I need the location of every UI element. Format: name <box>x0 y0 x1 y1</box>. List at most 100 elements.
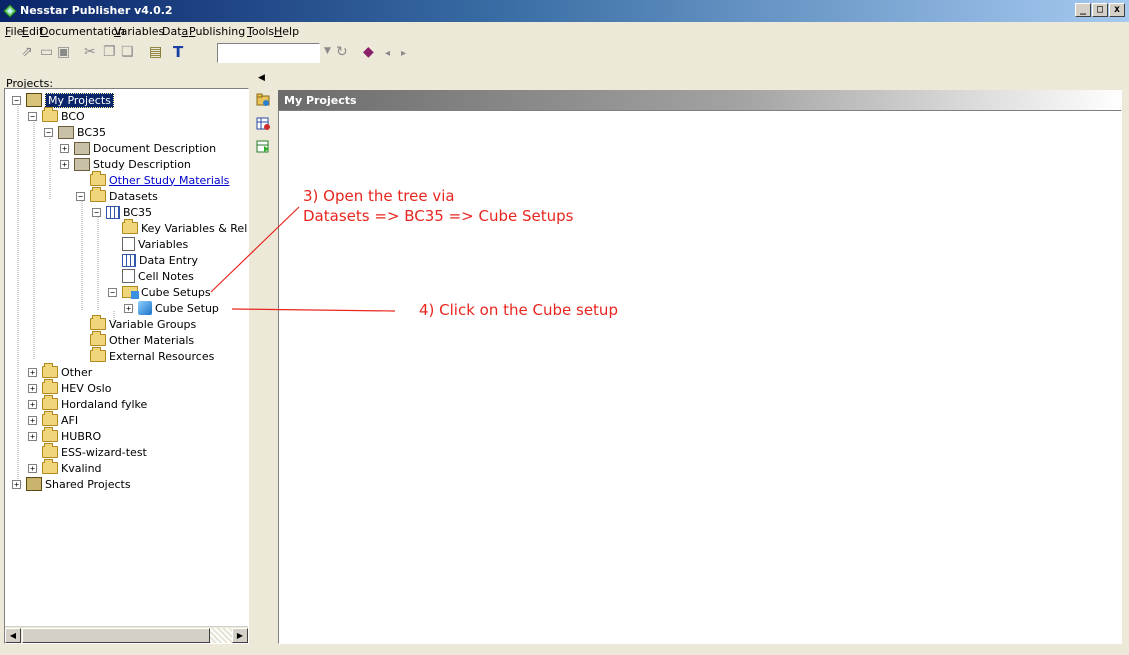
tree-horizontal-scrollbar[interactable]: ◀ ▶ <box>5 626 248 643</box>
tree-node[interactable]: + Hordaland fylke <box>28 395 147 412</box>
tree-node-label[interactable]: Kvalind <box>61 462 102 475</box>
tree-node-label[interactable]: Other <box>61 366 92 379</box>
expand-node-icon[interactable]: + <box>28 463 37 473</box>
tree-node[interactable]: + AFI <box>28 411 78 428</box>
tree-node-label[interactable]: Document Description <box>93 142 216 155</box>
copy-icon[interactable]: ❐ <box>103 44 116 60</box>
open-icon[interactable]: ⇗ <box>21 44 33 60</box>
menu-item-6[interactable]: Tools <box>247 25 274 38</box>
tree-node[interactable]: Data Entry <box>108 252 198 268</box>
tree-node-label[interactable]: Study Description <box>93 158 191 171</box>
save-icon[interactable]: ▣ <box>57 44 70 60</box>
tree-node-label[interactable]: AFI <box>61 414 78 427</box>
menu-item-4[interactable]: Data <box>162 25 188 38</box>
tree-node-label[interactable]: Cube Setups <box>141 286 211 299</box>
tree-node-label[interactable]: Variable Groups <box>109 318 196 331</box>
tree-node-label[interactable]: Cell Notes <box>138 270 194 283</box>
tree-node-label[interactable]: ESS-wizard-test <box>61 446 147 459</box>
tree-node[interactable]: Other Materials <box>76 331 194 348</box>
tree-node[interactable]: + Shared Projects <box>12 476 131 492</box>
project-icon[interactable]: ▤ <box>149 44 162 60</box>
tree-node-label[interactable]: BC35 <box>77 126 106 139</box>
tree-node-label[interactable]: BCO <box>61 110 85 123</box>
tree-node-label[interactable]: HUBRO <box>61 430 101 443</box>
tree-node[interactable]: + Kvalind <box>28 459 102 476</box>
tree-node[interactable]: − BC35 <box>44 124 106 140</box>
expand-node-icon[interactable]: + <box>28 399 37 409</box>
tree-node-label[interactable]: Cube Setup <box>155 302 219 315</box>
scroll-left-icon[interactable]: ◀ <box>5 628 21 643</box>
tree-node[interactable]: + Study Description <box>60 156 191 172</box>
tree-node-label[interactable]: Key Variables & Rela <box>141 222 248 235</box>
text-t-icon[interactable]: T <box>173 44 183 60</box>
project-tree[interactable]: − My Projects − BCO − BC35 + Document Descripti… <box>4 88 249 644</box>
restore-button[interactable]: □ <box>1092 3 1108 17</box>
expand-node-icon[interactable]: + <box>60 159 69 169</box>
tree-node-label[interactable]: External Resources <box>109 350 214 363</box>
tree-node[interactable]: Cell Notes <box>108 268 194 284</box>
collapse-node-icon[interactable]: − <box>76 191 85 201</box>
cut-icon[interactable]: ✂ <box>84 44 96 60</box>
forward-icon[interactable]: ▸ <box>401 46 406 62</box>
tree-node-label[interactable]: Shared Projects <box>45 478 131 491</box>
tree-node[interactable]: + HUBRO <box>28 427 101 444</box>
menu-item-3[interactable]: Variables <box>114 25 164 38</box>
tree-node-label[interactable]: Other Study Materials <box>109 174 229 187</box>
tree-node[interactable]: − BC35 <box>92 204 152 220</box>
add-folder-icon[interactable] <box>256 93 270 106</box>
chevron-down-icon[interactable]: ▼ <box>324 46 331 56</box>
tree-node[interactable]: − My Projects <box>12 92 114 108</box>
collapse-node-icon[interactable]: − <box>92 207 101 217</box>
tree-node-label[interactable]: Data Entry <box>139 254 198 267</box>
tree-node[interactable]: + Other <box>28 363 92 380</box>
tree-node-label[interactable]: Datasets <box>109 190 158 203</box>
collapse-panel-icon[interactable]: ◀ <box>258 73 265 83</box>
tree-node-label[interactable]: My Projects <box>45 92 114 108</box>
expand-node-icon[interactable]: + <box>28 367 37 377</box>
close-button[interactable]: x <box>1109 3 1125 17</box>
tree-node[interactable]: External Resources <box>76 347 214 364</box>
tree-node[interactable]: + Cube Setup <box>124 300 219 316</box>
expand-node-icon[interactable]: + <box>124 303 133 313</box>
tree-node[interactable]: − Cube Setups <box>108 284 211 300</box>
add-dataset-icon[interactable] <box>256 117 270 130</box>
tree-node[interactable]: − Datasets <box>76 187 158 204</box>
folder-icon <box>42 427 58 442</box>
expand-node-icon[interactable]: + <box>12 479 21 489</box>
tree-node-label[interactable]: Other Materials <box>109 334 194 347</box>
expand-node-icon[interactable]: + <box>28 431 37 441</box>
new-icon[interactable]: ▭ <box>40 44 53 60</box>
collapse-node-icon[interactable]: − <box>28 111 37 121</box>
collapse-node-icon[interactable]: − <box>12 95 21 105</box>
menu-item-2[interactable]: Documentation <box>40 25 125 38</box>
tree-node-label[interactable]: Hordaland fylke <box>61 398 147 411</box>
paste-icon[interactable]: ❏ <box>121 44 134 60</box>
tree-node[interactable]: Other Study Materials <box>76 171 229 188</box>
collapse-node-icon[interactable]: − <box>44 127 53 137</box>
tree-node[interactable]: Variable Groups <box>76 315 196 332</box>
book-icon[interactable]: ◆ <box>363 44 374 60</box>
menu-item-0[interactable]: File <box>5 25 23 38</box>
minimize-button[interactable]: _ <box>1075 3 1091 17</box>
scroll-right-icon[interactable]: ▶ <box>232 628 248 643</box>
menu-item-5[interactable]: Publishing <box>189 25 245 38</box>
tree-node-label[interactable]: BC35 <box>123 206 152 219</box>
expand-node-icon[interactable]: + <box>28 415 37 425</box>
tree-node[interactable]: − BCO <box>28 107 85 124</box>
refresh-icon[interactable]: ↻ <box>336 44 348 60</box>
expand-node-icon[interactable]: + <box>28 383 37 393</box>
toolbar-combo[interactable] <box>217 43 320 63</box>
tree-node-label[interactable]: HEV Oslo <box>61 382 111 395</box>
collapse-node-icon[interactable]: − <box>108 287 117 297</box>
tree-node[interactable]: + Document Description <box>60 140 216 156</box>
tree-node-label[interactable]: Variables <box>138 238 188 251</box>
tree-node[interactable]: + HEV Oslo <box>28 379 111 396</box>
import-icon[interactable] <box>256 140 270 153</box>
tree-node[interactable]: Variables <box>108 236 188 252</box>
back-icon[interactable]: ◂ <box>385 46 390 62</box>
tree-node[interactable]: Key Variables & Rela <box>108 219 248 236</box>
menu-item-7[interactable]: Help <box>274 25 299 38</box>
tree-node[interactable]: ESS-wizard-test <box>28 443 147 460</box>
scroll-thumb[interactable] <box>22 628 210 643</box>
expand-node-icon[interactable]: + <box>60 143 69 153</box>
